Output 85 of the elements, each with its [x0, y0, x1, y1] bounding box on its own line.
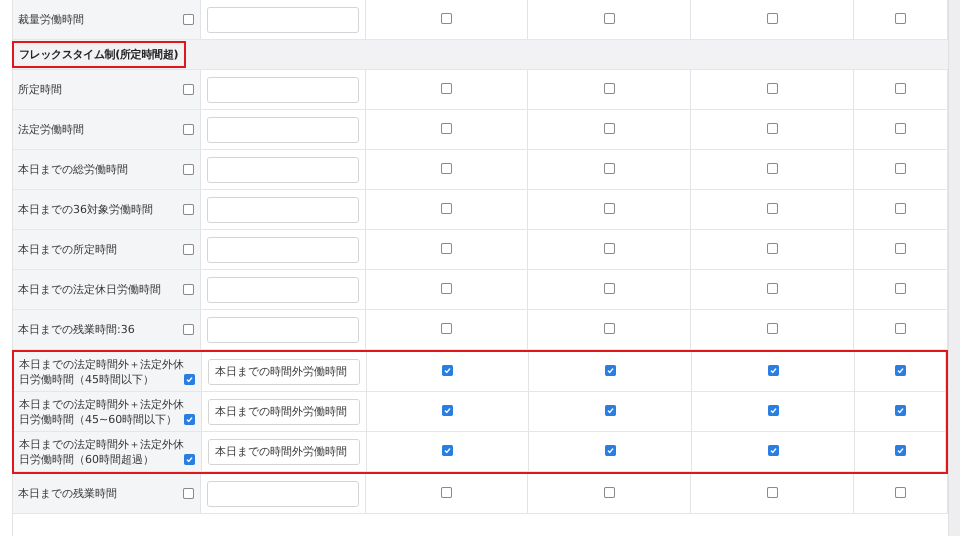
- row-label: 本日までの残業時間:36: [18, 322, 136, 337]
- checkbox[interactable]: [894, 445, 906, 456]
- checkbox[interactable]: [442, 405, 453, 416]
- row-label: 本日までの法定時間外＋法定外休日労働時間（45時間以下）: [19, 356, 184, 386]
- checkbox[interactable]: [895, 323, 906, 334]
- input-field[interactable]: [207, 480, 359, 506]
- checkbox[interactable]: [441, 203, 452, 214]
- row-label: 本日までの法定時間外＋法定外休日労働時間（45~60時間以下）: [19, 396, 184, 426]
- checkbox[interactable]: [604, 243, 614, 254]
- checkbox[interactable]: [441, 243, 452, 254]
- checkbox[interactable]: [183, 124, 194, 135]
- row-label: 本日までの法定休日労働時間: [18, 282, 162, 297]
- row-label: 本日までの所定時間: [18, 242, 118, 257]
- checkbox[interactable]: [895, 123, 906, 134]
- checkbox[interactable]: [604, 323, 614, 334]
- checkbox[interactable]: [183, 244, 194, 255]
- input-field[interactable]: [207, 196, 359, 222]
- checkbox[interactable]: [441, 487, 452, 498]
- checkbox[interactable]: [604, 283, 614, 294]
- checkbox[interactable]: [894, 365, 906, 376]
- section-title: フレックスタイム制(所定時間超): [12, 41, 186, 68]
- checkbox[interactable]: [604, 123, 614, 134]
- input-field[interactable]: [207, 156, 359, 182]
- checkbox[interactable]: [895, 243, 906, 254]
- checkbox[interactable]: [768, 405, 778, 416]
- checkbox[interactable]: [766, 163, 778, 174]
- checkbox[interactable]: [441, 323, 452, 334]
- input-field[interactable]: [207, 116, 359, 142]
- row-label: 本日までの36対象労働時間: [18, 202, 154, 217]
- checkbox[interactable]: [183, 164, 194, 175]
- checkbox[interactable]: [184, 374, 195, 384]
- checkbox[interactable]: [183, 14, 194, 25]
- input-field[interactable]: [207, 316, 359, 342]
- checkbox[interactable]: [895, 163, 906, 174]
- row-label: 法定労働時間: [18, 122, 85, 137]
- checkbox[interactable]: [604, 13, 614, 24]
- checkbox[interactable]: [604, 163, 614, 174]
- input-field[interactable]: [207, 236, 359, 262]
- checkbox[interactable]: [183, 204, 194, 215]
- checkbox[interactable]: [604, 405, 616, 416]
- row-label: 所定時間: [18, 82, 63, 97]
- checkbox[interactable]: [441, 283, 452, 294]
- checkbox[interactable]: [441, 13, 452, 24]
- checkbox[interactable]: [894, 405, 906, 416]
- checkbox[interactable]: [183, 324, 194, 335]
- row-label: 本日までの残業時間: [18, 486, 118, 501]
- checkbox[interactable]: [604, 203, 614, 214]
- row-label: 裁量労働時間: [18, 12, 85, 27]
- checkbox[interactable]: [895, 83, 906, 94]
- row-label: 本日までの法定時間外＋法定外休日労働時間（60時間超過）: [19, 436, 184, 466]
- checkbox[interactable]: [441, 123, 452, 134]
- checkbox[interactable]: [441, 163, 452, 174]
- checkbox[interactable]: [766, 13, 778, 24]
- checkbox[interactable]: [766, 123, 778, 134]
- input-field[interactable]: [207, 6, 359, 32]
- checkbox[interactable]: [895, 203, 906, 214]
- checkbox[interactable]: [183, 284, 194, 295]
- checkbox[interactable]: [768, 445, 778, 456]
- checkbox[interactable]: [766, 487, 778, 498]
- checkbox[interactable]: [604, 365, 616, 376]
- checkbox[interactable]: [895, 13, 906, 24]
- input-field[interactable]: 本日までの時間外労働時間: [208, 358, 360, 384]
- input-field[interactable]: 本日までの時間外労働時間: [208, 438, 360, 464]
- checkbox[interactable]: [766, 283, 778, 294]
- input-field[interactable]: 本日までの時間外労働時間: [208, 398, 360, 424]
- checkbox[interactable]: [604, 83, 614, 94]
- checkbox[interactable]: [442, 365, 453, 376]
- checkbox[interactable]: [766, 203, 778, 214]
- checkbox[interactable]: [441, 83, 452, 94]
- checkbox[interactable]: [604, 445, 616, 456]
- checkbox[interactable]: [766, 83, 778, 94]
- checkbox[interactable]: [442, 445, 453, 456]
- checkbox[interactable]: [184, 454, 195, 464]
- checkbox[interactable]: [768, 365, 778, 376]
- checkbox[interactable]: [183, 84, 194, 95]
- checkbox[interactable]: [604, 487, 614, 498]
- input-field[interactable]: [207, 76, 359, 102]
- checkbox[interactable]: [895, 487, 906, 498]
- checkbox[interactable]: [895, 283, 906, 294]
- row-label: 本日までの総労働時間: [18, 162, 129, 177]
- checkbox[interactable]: [184, 414, 195, 424]
- input-field[interactable]: [207, 276, 359, 302]
- checkbox[interactable]: [766, 243, 778, 254]
- checkbox[interactable]: [766, 323, 778, 334]
- checkbox[interactable]: [183, 488, 194, 499]
